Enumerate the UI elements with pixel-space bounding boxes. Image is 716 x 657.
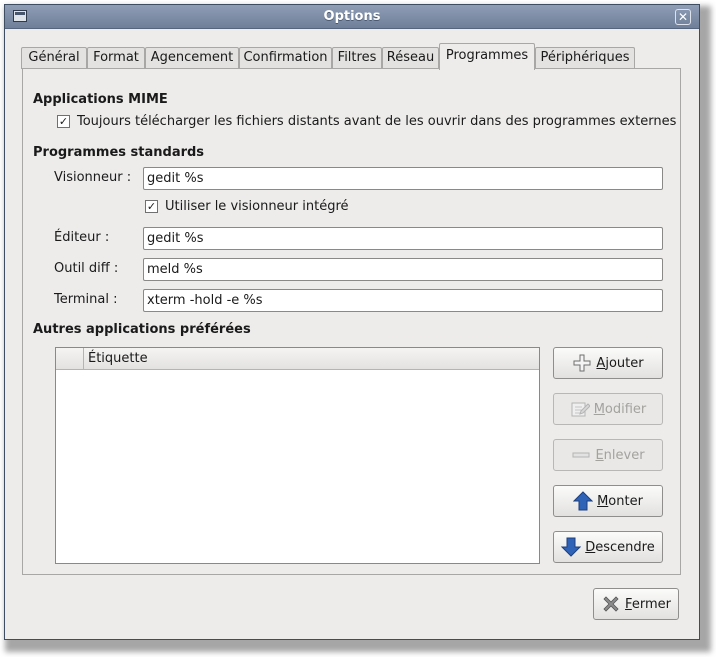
standard-programs-title: Programmes standards	[33, 145, 205, 160]
preferred-apps-list[interactable]: Étiquette	[55, 347, 540, 564]
download-before-open-checkbox[interactable]: ✓	[57, 115, 70, 128]
download-before-open-row[interactable]: ✓ Toujours télécharger les fichiers dist…	[57, 114, 676, 129]
tab-confirmation[interactable]: Confirmation	[239, 47, 332, 69]
builtin-viewer-label: Utiliser le visionneur intégré	[165, 199, 349, 214]
add-button-label: jouter	[605, 355, 644, 371]
close-dialog-label: ermer	[631, 596, 671, 612]
move-up-button[interactable]: Monter	[553, 485, 663, 517]
remove-button-label: nlever	[603, 447, 645, 463]
tab-format[interactable]: Format	[87, 47, 145, 69]
modify-button[interactable]: Modifier	[553, 393, 663, 425]
close-window-button[interactable]: ✕	[675, 9, 691, 25]
move-down-button-mnemonic: D	[585, 539, 596, 555]
terminal-label: Terminal :	[54, 292, 118, 307]
remove-button[interactable]: Enlever	[553, 439, 663, 471]
list-header-blank-column[interactable]	[56, 348, 84, 369]
terminal-input[interactable]	[143, 289, 663, 312]
builtin-viewer-row[interactable]: ✓ Utiliser le visionneur intégré	[145, 199, 349, 214]
checkmark-icon: ✓	[146, 200, 157, 213]
plus-icon	[572, 353, 592, 373]
tab-agencement[interactable]: Agencement	[145, 47, 239, 69]
arrow-up-icon	[572, 491, 594, 511]
add-button-mnemonic: A	[596, 355, 606, 371]
programmes-panel: Applications MIME ✓ Toujours télécharger…	[22, 68, 681, 575]
move-down-button-label: escendre	[595, 539, 655, 555]
arrow-down-icon	[561, 537, 582, 557]
editor-label: Éditeur :	[54, 230, 110, 245]
move-down-button[interactable]: Descendre	[553, 531, 663, 563]
options-dialog: Options ✕ Général Format Agencement Conf…	[4, 4, 700, 640]
modify-button-label: odifier	[604, 401, 647, 417]
diff-tool-input[interactable]	[143, 258, 663, 281]
cross-icon	[601, 594, 621, 614]
viewer-label: Visionneur :	[54, 170, 132, 185]
preferred-apps-title: Autres applications préférées	[33, 322, 251, 337]
tab-programmes[interactable]: Programmes	[439, 43, 535, 70]
close-dialog-mnemonic: F	[625, 596, 632, 612]
minus-icon	[571, 445, 591, 465]
remove-button-mnemonic: E	[595, 447, 604, 463]
builtin-viewer-checkbox[interactable]: ✓	[145, 200, 158, 213]
label-column-header[interactable]: Étiquette	[88, 351, 148, 366]
close-icon: ✕	[677, 10, 689, 24]
list-header: Étiquette	[56, 348, 539, 370]
titlebar[interactable]: Options ✕	[5, 5, 699, 29]
download-before-open-label: Toujours télécharger les fichiers distan…	[77, 114, 677, 129]
tab-peripheriques[interactable]: Périphériques	[535, 47, 635, 69]
tab-general[interactable]: Général	[21, 47, 87, 69]
add-button[interactable]: Ajouter	[553, 347, 663, 379]
window-title: Options	[323, 9, 381, 24]
checkmark-icon: ✓	[58, 115, 69, 128]
modify-button-mnemonic: M	[593, 401, 605, 417]
mime-section-title: Applications MIME	[33, 92, 168, 107]
tab-filtres[interactable]: Filtres	[332, 47, 382, 69]
editor-input[interactable]	[143, 227, 663, 250]
close-dialog-button[interactable]: Fermer	[593, 588, 679, 620]
move-up-button-label: onter	[608, 493, 643, 509]
edit-icon	[570, 399, 591, 419]
viewer-input[interactable]	[143, 167, 663, 190]
diff-tool-label: Outil diff :	[54, 261, 119, 276]
tab-reseau[interactable]: Réseau	[382, 47, 439, 69]
move-up-button-mnemonic: M	[597, 493, 609, 509]
